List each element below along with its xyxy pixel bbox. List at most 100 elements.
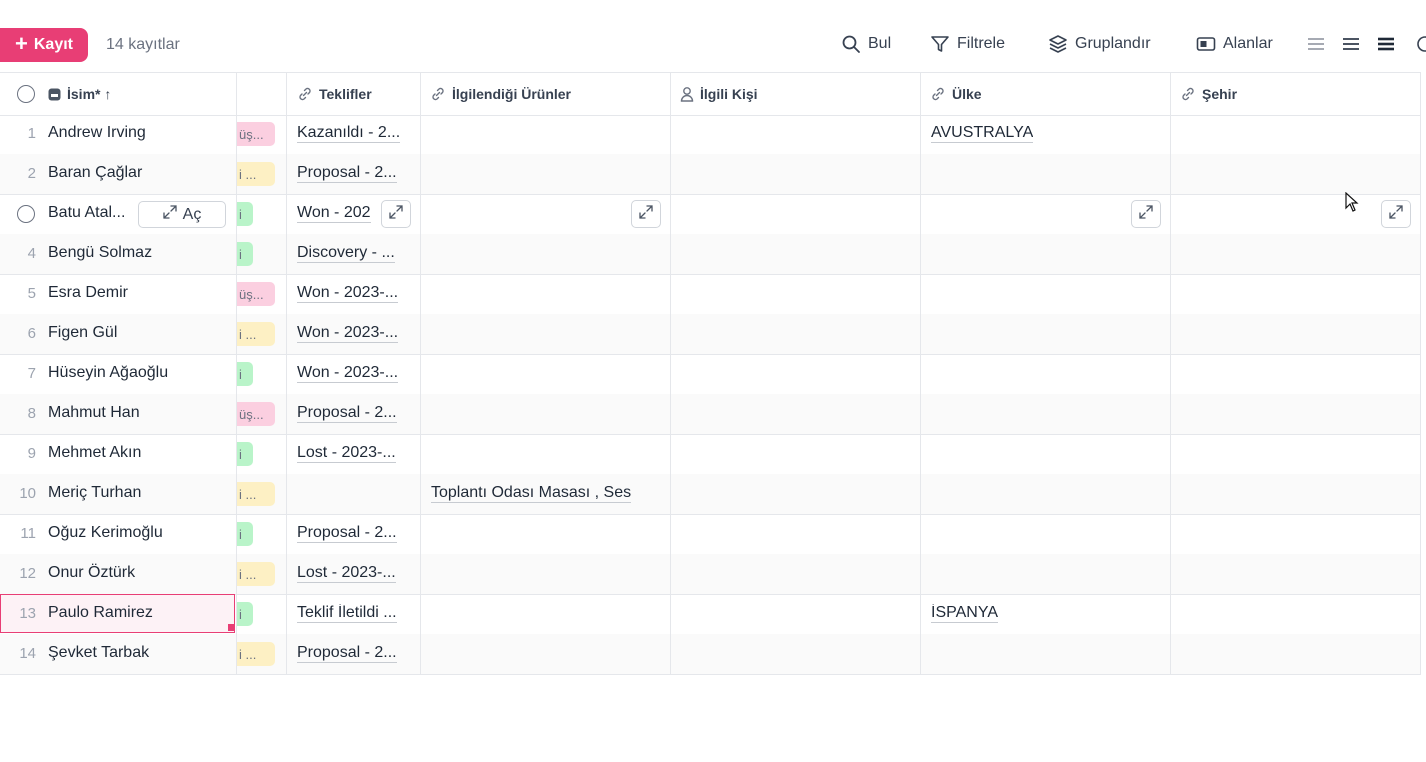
row-number: 1	[27, 125, 36, 142]
offer-link[interactable]: Won - 2023-...	[297, 324, 399, 343]
column-header-city-label: Şehir	[1202, 86, 1238, 102]
link-icon	[299, 87, 311, 101]
status-tag[interactable]: i	[237, 202, 253, 226]
table-row[interactable]: 7 Hüseyin Ağaoğlu i Won - 2023-...	[0, 354, 1421, 395]
record-name[interactable]: Batu Atal...	[48, 204, 125, 222]
status-tag[interactable]: i ...	[237, 482, 275, 506]
find-button[interactable]: Bul	[841, 34, 891, 54]
table-row[interactable]: 5 Esra Demir üş... Won - 2023-...	[0, 274, 1421, 315]
column-header-name[interactable]: İsim* ↑	[48, 73, 111, 115]
table-row[interactable]: 10 Meriç Turhan i ... Toplantı Odası Masası…	[0, 474, 1421, 515]
record-name[interactable]: Baran Çağlar	[48, 164, 142, 182]
table-row[interactable]: 4 Bengü Solmaz i Discovery - ...	[0, 234, 1421, 275]
status-tag[interactable]: üş...	[237, 122, 275, 146]
fields-button[interactable]: Alanlar	[1196, 34, 1273, 54]
row-number: 8	[27, 405, 36, 422]
record-name[interactable]: Meriç Turhan	[48, 484, 141, 502]
select-all-checkbox[interactable]	[17, 85, 35, 103]
row-height-short-icon[interactable]	[1307, 36, 1325, 52]
column-header-contact[interactable]: İlgili Kişi	[680, 73, 758, 115]
record-name[interactable]: Mehmet Akın	[48, 444, 141, 462]
column-header-country[interactable]: Ülke	[930, 73, 982, 115]
column-header-offers[interactable]: Teklifler	[297, 73, 372, 115]
table-row[interactable]: 14 Şevket Tarbak i ... Proposal - 2...	[0, 634, 1421, 675]
expand-icon	[1139, 204, 1153, 224]
row-number: 2	[27, 165, 36, 182]
offer-link[interactable]: Teklif İletildi ...	[297, 604, 397, 623]
table-row[interactable]: 1 Andrew Irving üş... Kazanıldı - 2... AVUST…	[0, 114, 1421, 155]
table-row[interactable]: 8 Mahmut Han üş... Proposal - 2...	[0, 394, 1421, 435]
open-record-button[interactable]: Aç	[138, 201, 226, 228]
expand-cell-button[interactable]	[631, 200, 661, 228]
record-name[interactable]: Esra Demir	[48, 284, 128, 302]
expand-cell-button[interactable]	[381, 200, 411, 228]
record-name[interactable]: Onur Öztürk	[48, 564, 135, 582]
status-tag[interactable]: i ...	[237, 162, 275, 186]
offer-link[interactable]: Lost - 2023-...	[297, 564, 396, 583]
record-name[interactable]: Paulo Ramirez	[48, 604, 153, 622]
user-icon	[680, 87, 694, 102]
add-record-button[interactable]: + Kayıt	[0, 28, 88, 62]
offer-link[interactable]: Proposal - 2...	[297, 164, 397, 183]
table-row[interactable]: 9 Mehmet Akın i Lost - 2023-...	[0, 434, 1421, 475]
status-tag[interactable]: i ...	[237, 642, 275, 666]
record-name[interactable]: Figen Gül	[48, 324, 117, 342]
primary-field-icon	[48, 88, 61, 100]
status-tag[interactable]: i ...	[237, 562, 275, 586]
offer-link[interactable]: Lost - 2023-...	[297, 444, 396, 463]
status-tag[interactable]: üş...	[237, 282, 275, 306]
status-tag[interactable]: i	[237, 242, 253, 266]
group-button[interactable]: Gruplandır	[1048, 34, 1151, 54]
link-icon	[432, 87, 444, 101]
layers-icon	[1049, 35, 1067, 53]
row-height-medium-icon[interactable]	[1342, 36, 1360, 52]
record-count: 14 kayıtlar	[106, 36, 180, 53]
more-icon[interactable]	[1414, 35, 1426, 53]
expand-icon	[163, 205, 177, 224]
offer-link[interactable]: Won - 2023-...	[297, 284, 399, 303]
link-icon	[1182, 87, 1194, 101]
record-name[interactable]: Hüseyin Ağaoğlu	[48, 364, 168, 382]
offer-link[interactable]: Proposal - 2...	[297, 524, 397, 543]
country-link[interactable]: İSPANYA	[931, 604, 998, 623]
row-height-tall-icon[interactable]	[1377, 36, 1395, 52]
row-number: 14	[19, 645, 36, 662]
table-row[interactable]: 12 Onur Öztürk i ... Lost - 2023-...	[0, 554, 1421, 595]
table-row[interactable]: 2 Baran Çağlar i ... Proposal - 2...	[0, 154, 1421, 195]
record-name[interactable]: Andrew Irving	[48, 124, 146, 142]
row-number: 9	[27, 445, 36, 462]
offer-link[interactable]: Proposal - 2...	[297, 404, 397, 423]
column-header-city[interactable]: Şehir	[1180, 73, 1237, 115]
record-name[interactable]: Şevket Tarbak	[48, 644, 149, 662]
table-row[interactable]: 13 Paulo Ramirez i Teklif İletildi ... İSPAN…	[0, 594, 1421, 635]
filter-button[interactable]: Filtrele	[930, 34, 1005, 54]
record-name[interactable]: Bengü Solmaz	[48, 244, 152, 262]
expand-cell-button[interactable]	[1381, 200, 1411, 228]
expand-icon	[639, 204, 653, 224]
status-tag[interactable]: üş...	[237, 402, 275, 426]
row-checkbox[interactable]	[17, 205, 35, 223]
status-tag[interactable]: i ...	[237, 322, 275, 346]
offer-link[interactable]: Kazanıldı - 2...	[297, 124, 401, 143]
filter-icon	[931, 36, 949, 52]
status-tag[interactable]: i	[237, 602, 253, 626]
table-row[interactable]: 11 Oğuz Kerimoğlu i Proposal - 2...	[0, 514, 1421, 555]
record-name[interactable]: Oğuz Kerimoğlu	[48, 524, 163, 542]
product-link[interactable]: Toplantı Odası Masası , Ses	[431, 484, 632, 503]
offer-link[interactable]: Discovery - ...	[297, 244, 395, 263]
status-tag[interactable]: i	[237, 362, 253, 386]
record-name[interactable]: Mahmut Han	[48, 404, 140, 422]
offer-link[interactable]: Won - 202	[297, 204, 371, 223]
offer-link[interactable]: Proposal - 2...	[297, 644, 397, 663]
open-record-label: Aç	[182, 205, 202, 223]
status-tag[interactable]: i	[237, 522, 253, 546]
expand-cell-button[interactable]	[1131, 200, 1161, 228]
status-tag[interactable]: i	[237, 442, 253, 466]
offer-link[interactable]: Won - 2023-...	[297, 364, 399, 383]
column-header-products[interactable]: İlgilendiği Ürünler	[430, 73, 571, 115]
country-link[interactable]: AVUSTRALYA	[931, 124, 1034, 143]
table-row[interactable]: 6 Figen Gül i ... Won - 2023-...	[0, 314, 1421, 355]
fill-handle[interactable]	[228, 624, 235, 631]
table-row[interactable]: Batu Atal... Aç i Won - 202	[0, 194, 1421, 235]
row-number: 11	[20, 525, 36, 542]
